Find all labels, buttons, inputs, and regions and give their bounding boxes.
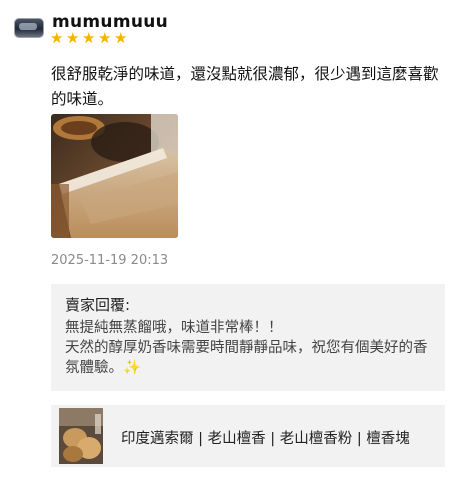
star-icon: ★ — [66, 29, 80, 47]
star-icon: ★ — [50, 29, 64, 47]
seller-reply-text: 無提純無蒸餾哦，味道非常棒！！ 天然的醇厚奶香味需要時間靜靜品味，祝您有個美好的… — [65, 318, 437, 378]
user-avatar[interactable] — [14, 18, 44, 38]
seller-reply-line: 天然的醇厚奶香味需要時間靜靜品味，祝您有個美好的香氛體驗。✨ — [65, 340, 428, 376]
review-text: 很舒服乾淨的味道，還沒點就很濃郁，很少遇到這麼喜歡的味道。 — [51, 65, 439, 108]
product-link[interactable]: 印度邁索爾 | 老山檀香 | 老山檀香粉 | 檀香塊 — [51, 405, 445, 467]
product-thumbnail[interactable] — [59, 408, 103, 464]
star-icon: ★ — [114, 29, 128, 47]
seller-reply-box: 賣家回覆: 無提純無蒸餾哦，味道非常棒！！ 天然的醇厚奶香味需要時間靜靜品味，祝… — [51, 284, 445, 391]
seller-reply-line: 無提純無蒸餾哦，味道非常棒！！ — [65, 320, 283, 336]
review-photo[interactable] — [51, 114, 178, 238]
rating-stars: ★ ★ ★ ★ ★ — [50, 29, 128, 47]
product-thumbnail-image — [59, 408, 103, 464]
product-name[interactable]: 印度邁索爾 | 老山檀香 | 老山檀香粉 | 檀香塊 — [121, 427, 433, 448]
star-icon: ★ — [82, 29, 96, 47]
review-date: 2025-11-19 20:13 — [51, 253, 169, 268]
star-icon: ★ — [98, 29, 112, 47]
seller-reply-title: 賣家回覆: — [65, 296, 131, 314]
review-photo-image — [51, 114, 178, 238]
